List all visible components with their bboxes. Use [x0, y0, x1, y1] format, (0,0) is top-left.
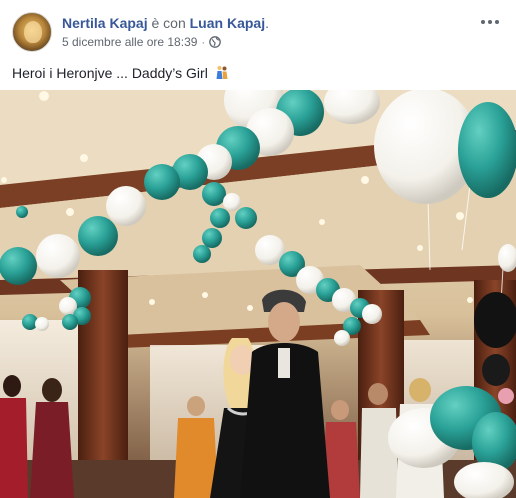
tagged-person-link[interactable]: Luan Kapaj [190, 15, 265, 31]
meta-separator: · [201, 35, 206, 49]
caption-text: Heroi i Heronjve ... Daddy’s Girl [12, 65, 208, 81]
post-timestamp-link[interactable]: 5 dicembre alle ore 18:39 [62, 35, 197, 49]
post-caption: Heroi i Heronjve ... Daddy’s Girl [12, 64, 230, 82]
party-photo-illustration [0, 90, 516, 498]
post-options-button[interactable] [478, 12, 502, 32]
with-text: è con [147, 15, 190, 31]
three-dots-icon [495, 20, 499, 24]
author-avatar[interactable] [12, 12, 52, 52]
three-dots-icon [488, 20, 492, 24]
globe-icon[interactable] [209, 36, 222, 48]
author-name-link[interactable]: Nertila Kapaj [62, 15, 148, 31]
post-photo[interactable] [0, 90, 516, 498]
facebook-post: Nertila Kapaj è con Luan Kapaj. 5 dicemb… [0, 0, 516, 498]
post-header: Nertila Kapaj è con Luan Kapaj. 5 dicemb… [12, 12, 504, 54]
dancing-couple-emoji-icon [214, 65, 230, 81]
timestamp-line: 5 dicembre alle ore 18:39 · [62, 35, 269, 49]
three-dots-icon [481, 20, 485, 24]
author-line: Nertila Kapaj è con Luan Kapaj. [62, 14, 269, 32]
post-meta: Nertila Kapaj è con Luan Kapaj. 5 dicemb… [62, 14, 269, 49]
tagged-suffix: . [265, 15, 269, 31]
